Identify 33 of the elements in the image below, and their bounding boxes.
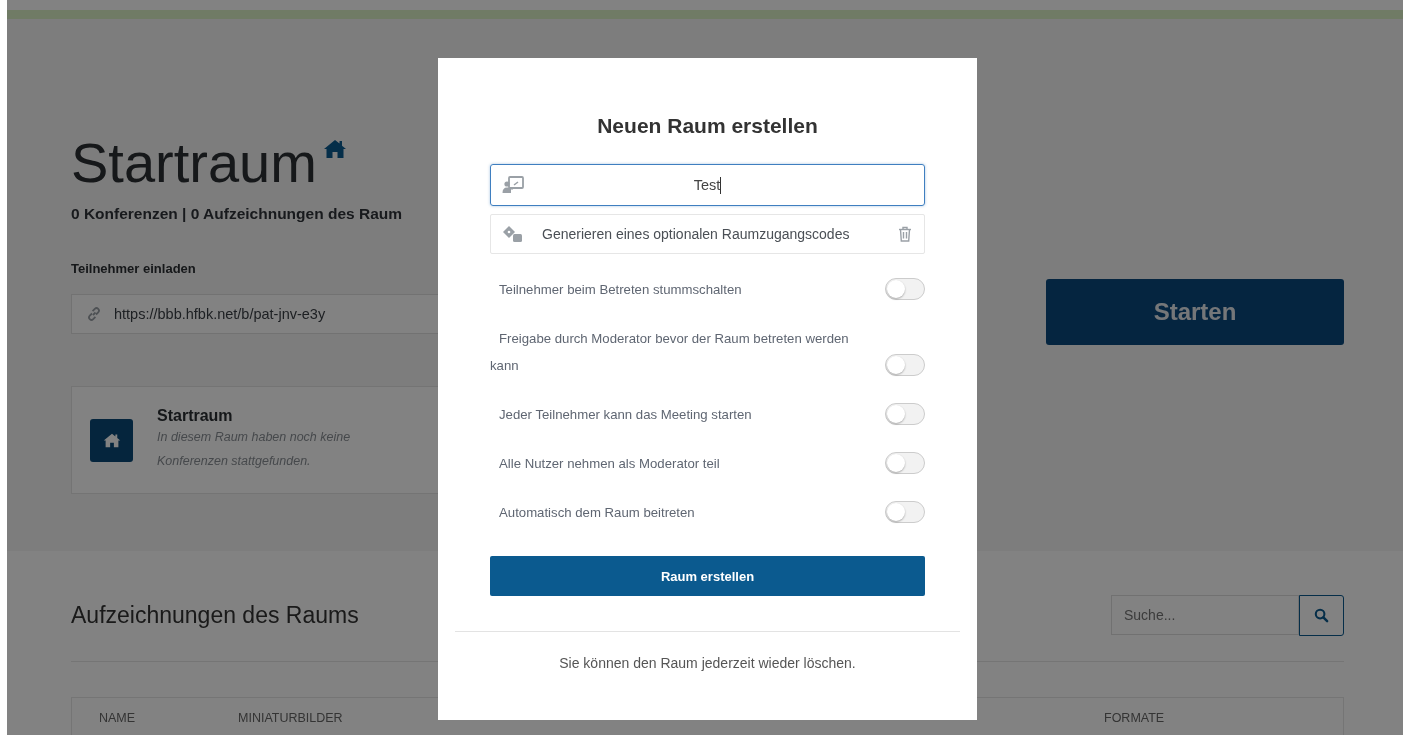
room-stats: 0 Konferenzen | 0 Aufzeichnungen des Raum [71, 205, 403, 223]
toggle-switch[interactable] [885, 354, 925, 376]
dice-icon [502, 225, 524, 243]
link-icon [86, 306, 102, 322]
access-code-field[interactable]: Generieren eines optionalen Raumzugangscodes [490, 214, 925, 254]
presenter-icon [502, 176, 524, 194]
section-heading: Aufzeichnungen des Raums [71, 602, 359, 629]
create-room-button[interactable]: Raum erstellen [490, 556, 925, 596]
toggle-switch[interactable] [885, 452, 925, 474]
room-name-field[interactable]: Test [490, 164, 925, 206]
option-label: Freigabe durch Moderator bevor der Raum betreten werden kann [490, 330, 850, 375]
search-button[interactable] [1299, 595, 1344, 636]
home-icon [322, 139, 347, 159]
toggle-switch[interactable] [885, 278, 925, 300]
option-label: Automatisch dem Raum beitreten [498, 504, 696, 522]
column-header: MINIATURBILDER [238, 711, 343, 725]
option-label: Teilnehmer beim Betreten stummschalten [498, 281, 743, 299]
search-icon [1314, 608, 1329, 623]
option-label: Jeder Teilnehmer kann das Meeting starten [498, 406, 753, 424]
home-icon [90, 418, 133, 462]
dialog-title: Neuen Raum erstellen [597, 114, 818, 138]
search-field[interactable]: Suche... [1111, 595, 1299, 635]
option-label: Alle Nutzer nehmen als Moderator teil [498, 455, 721, 473]
toggle-switch[interactable] [885, 501, 925, 523]
column-header: NAME [99, 711, 136, 725]
dialog-footnote: Sie können den Raum jederzeit wieder löschen. [559, 655, 856, 671]
room-name: Startraum [157, 407, 234, 425]
room-description: In diesem Raum haben noch keine Konferenzen stattgefunden. [157, 429, 352, 470]
column-header: FORMATE [1104, 711, 1165, 725]
toggle-switch[interactable] [885, 403, 925, 425]
trash-icon[interactable] [898, 226, 912, 242]
invite-label: Teilnehmer einladen [71, 261, 196, 276]
room-title: Startraum [71, 131, 317, 195]
